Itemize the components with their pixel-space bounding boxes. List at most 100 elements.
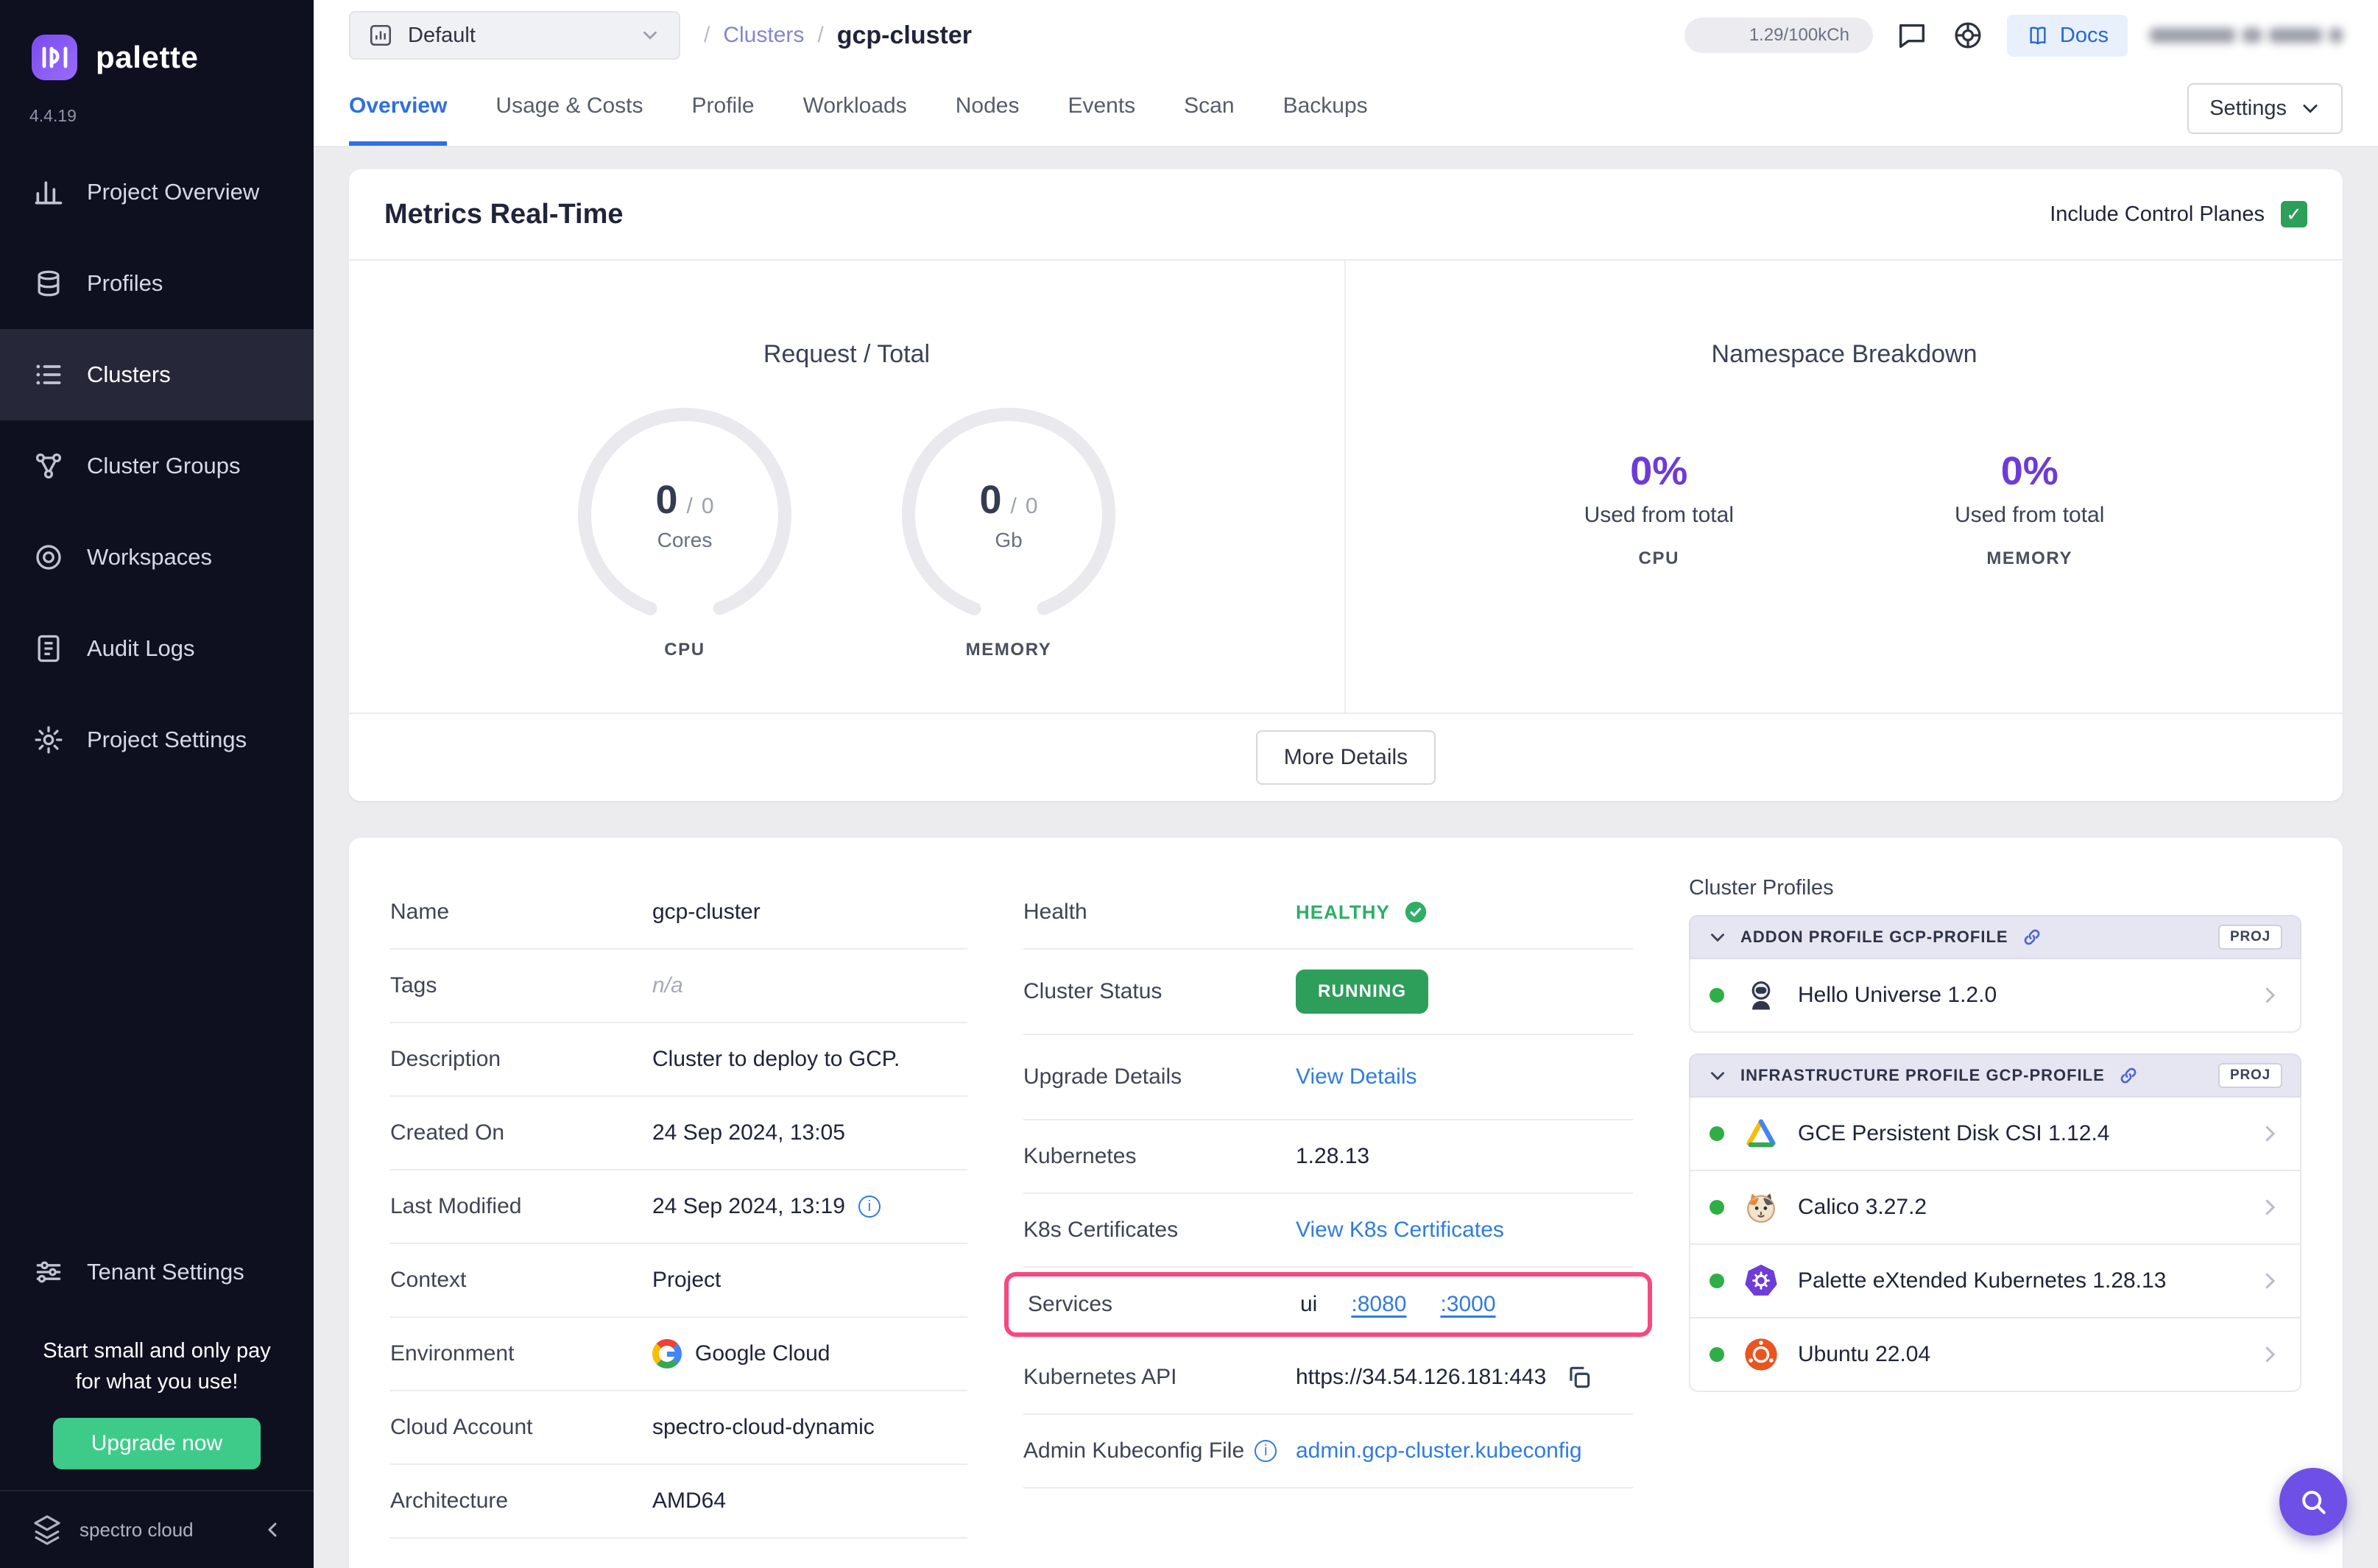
detail-row-last-modified: Last Modified 24 Sep 2024, 13:19 [390,1170,967,1244]
footer-brand-label: spectro cloud [80,1518,194,1541]
sidebar-item-label: Project Settings [87,727,247,752]
cpu-used-value: 0 [655,478,678,522]
memory-total-value: 0 [1025,494,1038,518]
detail-row-tags: Tags n/a [390,950,967,1023]
check-circle-icon [1403,900,1428,925]
palette-logo-icon [29,32,80,82]
search-icon [2297,1486,2329,1518]
scope-badge: PROJ [2218,925,2282,950]
chevron-down-icon [2303,105,2318,113]
profile-item-gce-disk[interactable]: GCE Persistent Disk CSI 1.12.4 [1689,1098,2301,1171]
addon-profile-header[interactable]: ADDON PROFILE GCP-PROFILE PROJ [1689,915,2301,959]
sidebar-item-audit-logs[interactable]: Audit Logs [0,603,314,694]
project-selector-dropdown[interactable]: Default [349,11,680,60]
usage-credits-pill: 1.29/100kCh [1684,18,1873,53]
service-port-3000-link[interactable]: :3000 [1440,1292,1495,1317]
kubernetes-row: Kubernetes 1.28.13 [1023,1120,1633,1194]
breadcrumb-clusters-link[interactable]: Clusters [723,23,804,48]
breadcrumb-separator: / [817,23,824,47]
more-details-button[interactable]: More Details [1255,730,1436,785]
sidebar-item-project-settings[interactable]: Project Settings [0,694,314,785]
status-badge: RUNNING [1296,970,1429,1014]
tab-workloads[interactable]: Workloads [803,71,907,146]
view-details-link[interactable]: View Details [1296,1064,1417,1090]
memory-percent: 0% [2000,449,2058,493]
include-control-planes-checkbox[interactable] [2281,201,2307,227]
upgrade-details-label: Upgrade Details [1023,1064,1182,1089]
gear-icon [32,724,65,756]
view-k8s-certificates-link[interactable]: View K8s Certificates [1296,1218,1504,1243]
kubeconfig-download-link[interactable]: admin.gcp-cluster.kubeconfig [1296,1438,1582,1463]
profile-item-palette-extended-kubernetes[interactable]: Palette eXtended Kubernetes 1.28.13 [1689,1245,2301,1318]
tab-usage-costs[interactable]: Usage & Costs [495,71,643,146]
cluster-profiles-title: Cluster Profiles [1689,876,1834,900]
tab-overview[interactable]: Overview [349,71,448,146]
tab-events[interactable]: Events [1068,71,1135,146]
docs-button[interactable]: Docs [2006,14,2128,57]
detail-row-cloud-account: Cloud Account spectro-cloud-dynamic [390,1391,967,1465]
sidebar-item-tenant-settings[interactable]: Tenant Settings [0,1226,314,1318]
sidebar: palette 4.4.19 Project Overview Profiles [0,0,314,1568]
memory-stat-label: MEMORY [1986,548,2073,568]
profile-item-ubuntu[interactable]: Ubuntu 22.04 [1689,1318,2301,1392]
app-root: palette 4.4.19 Project Overview Profiles [0,0,2378,1568]
copy-icon[interactable] [1565,1363,1593,1391]
info-icon[interactable] [1255,1440,1277,1462]
cluster-status-label: Cluster Status [1023,979,1162,1003]
service-port-8080-link[interactable]: :8080 [1351,1292,1406,1317]
breadcrumb-separator: / [704,23,710,47]
sidebar-item-profiles[interactable]: Profiles [0,238,314,329]
cpu-stat-label: CPU [1638,548,1680,568]
tab-backups[interactable]: Backups [1283,71,1368,146]
status-dot-green [1710,1200,1724,1215]
sliders-icon [32,1256,65,1288]
detail-label: Last Modified [390,1194,522,1218]
gauge-separator: / [686,494,693,518]
profile-item-name: Palette eXtended Kubernetes 1.28.13 [1798,1268,2167,1293]
sidebar-footer: spectro cloud [0,1490,314,1568]
spectro-cloud-logo-icon [29,1512,65,1547]
help-lifebuoy-icon[interactable] [1951,18,1985,52]
chevron-right-icon [2259,984,2281,1006]
cluster-details-card: Name gcp-cluster Tags n/a Description Cl… [349,838,2343,1568]
link-icon [2118,1065,2139,1086]
sidebar-item-label: Tenant Settings [87,1258,244,1285]
infrastructure-profile-header[interactable]: INFRASTRUCTURE PROFILE GCP-PROFILE PROJ [1689,1053,2301,1098]
metrics-footer: More Details [349,713,2343,801]
upgrade-now-button[interactable]: Upgrade now [52,1418,261,1469]
search-fab-button[interactable] [2279,1468,2347,1536]
chevron-down-icon [1711,1072,1724,1081]
sidebar-item-label: Project Overview [87,179,260,205]
metrics-title: Metrics Real-Time [384,198,624,230]
sidebar-item-cluster-groups[interactable]: Cluster Groups [0,420,314,512]
list-icon [32,359,65,391]
upgrade-promo-text: Start small and only pay for what you us… [43,1338,271,1394]
tab-nodes[interactable]: Nodes [956,71,1020,146]
detail-label: Architecture [390,1488,509,1513]
admin-kubeconfig-row: Admin Kubeconfig File admin.gcp-cluster.… [1023,1415,1633,1488]
sidebar-item-workspaces[interactable]: Workspaces [0,512,314,603]
status-dot-green [1710,1274,1724,1288]
detail-row-environment: Environment Google Cloud [390,1318,967,1391]
hello-universe-icon [1742,976,1780,1014]
brand-row: palette [0,0,314,85]
include-control-planes-label: Include Control Planes [2050,202,2265,226]
collapse-sidebar-icon[interactable] [261,1518,284,1541]
breadcrumb-current-cluster: gcp-cluster [836,21,972,49]
project-selector-value: Default [408,23,476,47]
tab-profile[interactable]: Profile [692,71,755,146]
info-icon[interactable] [858,1196,881,1218]
profile-item-hello-universe[interactable]: Hello Universe 1.2.0 [1689,959,2301,1033]
chat-icon[interactable] [1895,18,1929,52]
detail-label: Tags [390,973,437,997]
settings-button[interactable]: Settings [2187,82,2343,134]
tab-scan[interactable]: Scan [1184,71,1234,146]
user-display-redacted[interactable] [2150,28,2343,43]
kubernetes-api-label: Kubernetes API [1023,1365,1177,1389]
service-name: ui [1300,1292,1318,1316]
memory-gauge: 0 / 0 Gb MEMORY [898,404,1119,660]
sidebar-item-clusters[interactable]: Clusters [0,329,314,420]
profile-item-calico[interactable]: Calico 3.27.2 [1689,1171,2301,1245]
pxk-icon [1742,1262,1780,1300]
sidebar-item-project-overview[interactable]: Project Overview [0,146,314,238]
